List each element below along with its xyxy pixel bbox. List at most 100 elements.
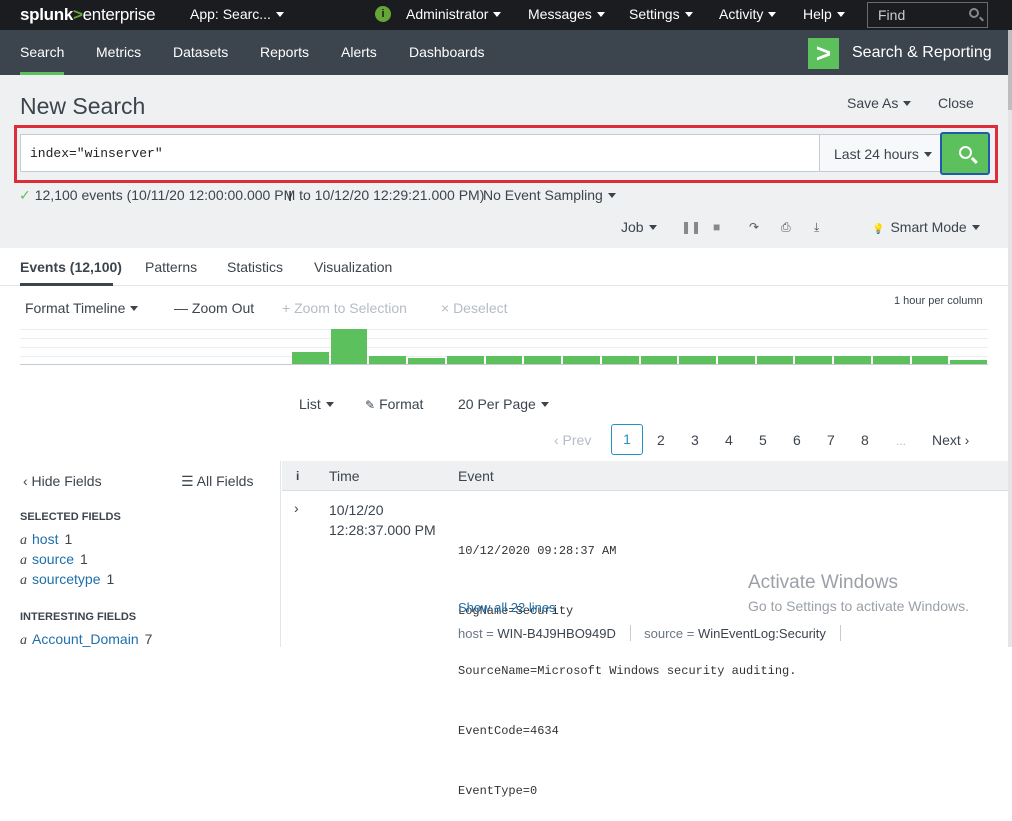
event-sampling-label: No Event Sampling [483,187,603,203]
timeline-bar[interactable] [717,356,755,364]
page-7-button[interactable]: 7 [827,432,835,448]
save-as-button[interactable]: Save As [847,95,912,111]
timeline-bar[interactable] [563,356,600,364]
page-6-button[interactable]: 6 [793,432,801,448]
source-value[interactable]: WinEventLog:Security [698,626,826,641]
tab-patterns[interactable]: Patterns [145,259,197,275]
event-date: 10/12/20 [329,502,384,518]
app-menu-label: App: Searc... [190,6,271,22]
scrollbar-thumb[interactable] [1008,30,1012,110]
search-button[interactable] [940,132,990,175]
zoom-to-selection-button[interactable]: + Zoom to Selection [282,300,407,316]
timeline-bar[interactable] [679,356,716,364]
expand-row-icon[interactable]: › [294,500,299,516]
all-fields-button[interactable]: ☰ All Fields [181,473,253,490]
caret-down-icon [971,225,980,230]
job-menu[interactable]: Job [621,219,657,235]
settings-menu[interactable]: Settings [629,6,693,22]
divider [629,625,631,641]
timeline-bar[interactable] [292,352,329,364]
event-time[interactable]: 10/12/20 12:28:37.000 PM [329,500,436,540]
caret-down-icon [607,193,616,198]
timeline-bar[interactable] [795,356,833,364]
field-source[interactable]: a source 1 [20,551,88,569]
info-icon[interactable]: i [375,6,391,22]
watermark-subtitle: Go to Settings to activate Windows. [748,598,969,614]
timeline-bar[interactable] [756,356,794,364]
nav-metrics[interactable]: Metrics [96,44,141,60]
print-icon[interactable]: ⎙ [781,220,791,235]
page-4-button[interactable]: 4 [725,432,733,448]
tab-statistics[interactable]: Statistics [227,259,283,275]
timeline-bar[interactable] [872,356,910,364]
timeline-bar[interactable] [369,356,407,364]
search-mode-dropdown[interactable]: 💡 Smart Mode [872,219,980,235]
list-view-dropdown[interactable]: List [299,396,334,412]
nav-datasets[interactable]: Datasets [173,44,228,60]
timeline-gridline [20,347,988,348]
timeline-bar[interactable] [485,356,523,364]
pause-icon[interactable]: ❚❚ [681,220,701,234]
field-type-icon: a [20,533,27,548]
app-title[interactable]: Search & Reporting [852,44,992,62]
timeline-bar[interactable] [446,356,484,364]
page-2-button[interactable]: 2 [657,432,665,448]
timeline-bar[interactable] [408,358,445,364]
share-icon[interactable]: ↷ [749,220,759,234]
per-page-dropdown[interactable]: 20 Per Page [458,396,549,412]
next-page-button[interactable]: Next › [932,432,969,448]
field-type-icon: a [20,553,27,568]
app-menu[interactable]: App: Searc... [190,6,284,22]
find-input[interactable]: Find [867,2,988,28]
field-count: 7 [144,631,153,647]
caret-down-icon [648,225,657,230]
host-value[interactable]: WIN-B4J9HBO949D [497,626,615,641]
splunk-logo[interactable]: splunk>enterprise [20,5,156,25]
page-scrollbar[interactable] [1008,30,1012,647]
column-header-event[interactable]: Event [458,468,494,484]
nav-alerts[interactable]: Alerts [341,44,377,60]
nav-search[interactable]: Search [20,44,64,60]
event-sampling-dropdown[interactable]: No Event Sampling [483,187,616,203]
column-header-time[interactable]: Time [329,468,360,484]
format-timeline-dropdown[interactable]: Format Timeline [25,300,139,316]
timeline-bar[interactable] [524,356,562,364]
format-button[interactable]: ✎ Format [365,396,423,412]
timeline-bar[interactable] [834,356,871,364]
help-menu[interactable]: Help [803,6,845,22]
timeline-bar[interactable] [950,360,987,364]
timeline-bar[interactable] [640,356,678,364]
time-range-picker[interactable]: Last 24 hours [819,134,941,172]
administrator-menu[interactable]: Administrator [406,6,502,22]
export-icon[interactable]: ⤓ [814,220,819,235]
activity-menu[interactable]: Activity [719,6,777,22]
field-host[interactable]: a host 1 [20,531,72,549]
show-all-lines-link[interactable]: Show all 22 lines [458,600,556,615]
search-query-input[interactable]: index="winserver" [20,134,820,172]
deselect-button[interactable]: × Deselect [441,300,508,316]
logo-text: splunk [20,5,73,24]
tab-visualization[interactable]: Visualization [314,259,392,275]
nav-dashboards[interactable]: Dashboards [409,44,485,60]
tab-events[interactable]: Events (12,100) [20,259,122,275]
timeline-bar[interactable] [601,356,639,364]
page-1-button[interactable]: 1 [611,424,643,455]
format-timeline-label: Format Timeline [25,300,126,316]
caret-down-icon [923,152,932,157]
prev-page-button[interactable]: ‹ Prev [554,432,591,448]
page-8-button[interactable]: 8 [861,432,869,448]
page-3-button[interactable]: 3 [691,432,699,448]
hide-fields-button[interactable]: ‹ Hide Fields [23,473,102,489]
event-timeline[interactable] [20,329,988,365]
zoom-out-button[interactable]: — Zoom Out [174,300,254,316]
close-button[interactable]: Close [938,95,974,111]
timeline-bar[interactable] [911,356,949,364]
nav-reports[interactable]: Reports [260,44,309,60]
field-sourcetype[interactable]: a sourcetype 1 [20,571,114,589]
page-5-button[interactable]: 5 [759,432,767,448]
stop-icon[interactable]: ■ [713,220,720,234]
timeline-bar[interactable] [330,329,368,364]
field-account-domain[interactable]: a Account_Domain 7 [20,631,152,649]
timeline-resolution: 1 hour per column [894,295,983,307]
messages-menu[interactable]: Messages [528,6,605,22]
